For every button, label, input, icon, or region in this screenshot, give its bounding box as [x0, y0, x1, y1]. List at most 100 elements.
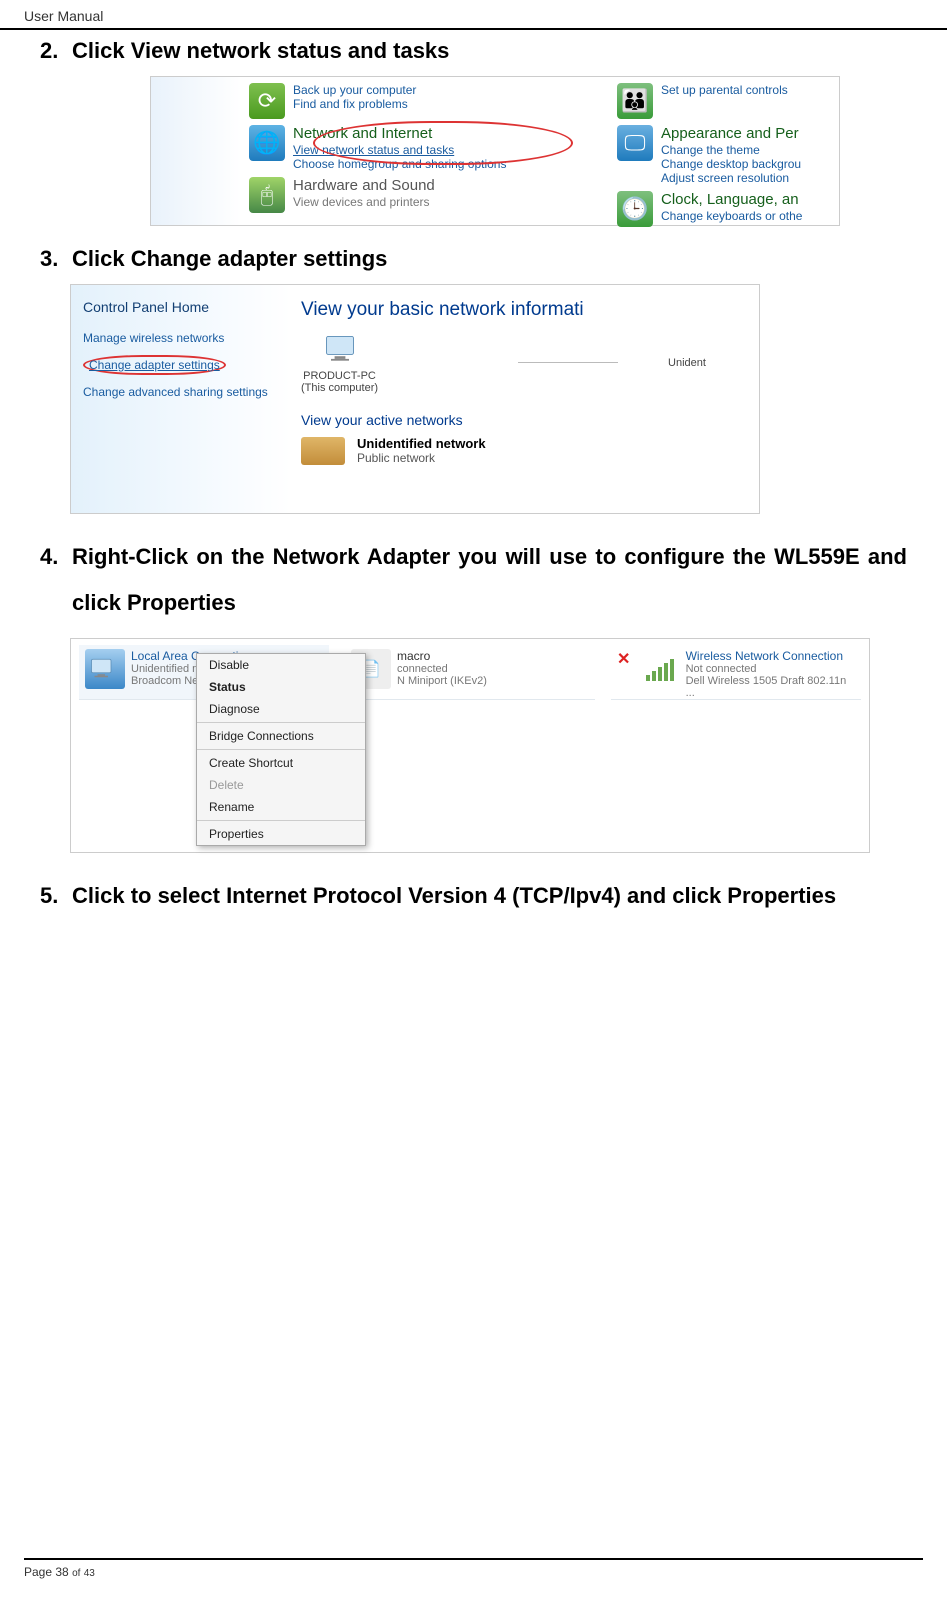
step-4-text: Right-Click on the Network Adapter you w… [72, 534, 907, 626]
step-5-title: 5. Click to select Internet Protocol Ver… [40, 873, 907, 919]
menu-status[interactable]: Status [197, 676, 365, 698]
clock-s1[interactable]: Change keyboards or othe [661, 209, 802, 223]
fig3-col2: 📄 macro connected N Miniport (IKEv2) [337, 639, 603, 852]
wireless-t2: Not connected [686, 663, 855, 675]
wireless-t3: Dell Wireless 1505 Draft 802.11n ... [686, 675, 855, 699]
fig2-info-row: PRODUCT-PC (This computer) Unident [301, 331, 749, 394]
fig2-main-head: View your basic network informati [301, 299, 749, 321]
connection-line [518, 362, 618, 363]
step-4: 4. Right-Click on the Network Adapter yo… [40, 534, 907, 853]
appearance-block: Appearance and Per Change the theme Chan… [661, 125, 801, 185]
pc-sub: (This computer) [301, 382, 378, 394]
adapter-macro[interactable]: 📄 macro connected N Miniport (IKEv2) [345, 645, 595, 700]
appearance-s1[interactable]: Change the theme [661, 143, 801, 157]
footer-text: Page 38 of 43 [24, 1565, 95, 1579]
fig1-middle: ⟳ Back up your computer Find and fix pro… [241, 77, 609, 225]
bench-text: Unidentified network Public network [357, 436, 486, 465]
menu-sep2 [197, 749, 365, 750]
footer-rule [24, 1558, 923, 1560]
menu-diagnose[interactable]: Diagnose [197, 698, 365, 720]
fig2-bench: Unidentified network Public network [301, 436, 749, 465]
network-s2[interactable]: Choose homegroup and sharing options [293, 157, 506, 171]
footer-total: 43 [84, 1568, 95, 1579]
hardware-icon: 🖰 [249, 177, 285, 213]
lan-icon [85, 649, 125, 689]
step-2-title: 2. Click View network status and tasks [40, 38, 907, 64]
menu-rename[interactable]: Rename [197, 796, 365, 818]
hardware-block: Hardware and Sound View devices and prin… [293, 177, 435, 209]
menu-properties[interactable]: Properties [197, 823, 365, 845]
menu-bridge[interactable]: Bridge Connections [197, 725, 365, 747]
menu-delete: Delete [197, 774, 365, 796]
fig2-active-head: View your active networks [301, 412, 749, 428]
backup-l2[interactable]: Find and fix problems [293, 97, 416, 111]
x-icon: ✕ [617, 649, 630, 669]
clock-block: Clock, Language, an Change keyboards or … [661, 191, 802, 223]
backup-l1[interactable]: Back up your computer [293, 83, 416, 97]
fig1-parental: 👪 Set up parental controls [617, 83, 831, 119]
step-4-num: 4. [40, 544, 64, 570]
appearance-s2[interactable]: Change desktop backgrou [661, 157, 801, 171]
appearance-s3[interactable]: Adjust screen resolution [661, 171, 801, 185]
macro-t2: connected [397, 663, 487, 675]
figure-2: Control Panel Home Manage wireless netwo… [70, 284, 760, 514]
fig3-col3: ✕ Wireless Network Connection Not connec… [603, 639, 869, 852]
step-3-text: Click Change adapter settings [72, 246, 387, 272]
fig2-sidebar: Control Panel Home Manage wireless netwo… [71, 285, 291, 513]
fig2-link-adapter[interactable]: Change adapter settings [83, 355, 226, 375]
fig1-network: 🌐 Network and Internet View network stat… [249, 125, 601, 171]
pc-name: PRODUCT-PC [301, 370, 378, 382]
figure-3: Local Area Connection Unidentified ne Br… [70, 638, 870, 853]
macro-text: macro connected N Miniport (IKEv2) [397, 649, 487, 687]
fig1-sidebar [151, 77, 241, 225]
wifi-icon [640, 649, 679, 689]
step-5-text: Click to select Internet Protocol Versio… [72, 873, 907, 919]
hardware-s1[interactable]: View devices and printers [293, 195, 435, 209]
network-hed[interactable]: Network and Internet [293, 125, 432, 142]
footer-of: of [72, 1568, 80, 1579]
footer-page: Page 38 [24, 1565, 69, 1579]
parental-l1[interactable]: Set up parental controls [661, 83, 788, 97]
fig1-clock: 🕒 Clock, Language, an Change keyboards o… [617, 191, 831, 227]
appearance-hed[interactable]: Appearance and Per [661, 125, 799, 142]
pc-icon-block: PRODUCT-PC (This computer) [301, 331, 378, 394]
step-3-num: 3. [40, 246, 64, 272]
step-3: 3. Click Change adapter settings Control… [40, 246, 907, 514]
parental-icon: 👪 [617, 83, 653, 119]
macro-t3: N Miniport (IKEv2) [397, 675, 487, 687]
backup-icon: ⟳ [249, 83, 285, 119]
menu-sep1 [197, 722, 365, 723]
hardware-hed[interactable]: Hardware and Sound [293, 177, 435, 194]
network-s1[interactable]: View network status and tasks [293, 143, 506, 157]
figure-1: ⟳ Back up your computer Find and fix pro… [150, 76, 840, 226]
menu-disable[interactable]: Disable [197, 654, 365, 676]
clock-icon: 🕒 [617, 191, 653, 227]
unident-label: Unident [668, 357, 706, 369]
fig2-main: View your basic network informati PRODUC… [291, 285, 759, 513]
appearance-icon: 🖵 [617, 125, 653, 161]
step-3-title: 3. Click Change adapter settings [40, 246, 907, 272]
page-footer: Page 38 of 43 [24, 1558, 923, 1581]
adapter-wireless[interactable]: ✕ Wireless Network Connection Not connec… [611, 645, 861, 700]
fig2-link-sharing[interactable]: Change advanced sharing settings [83, 385, 279, 399]
bench-icon [301, 437, 345, 465]
fig1-backup: ⟳ Back up your computer Find and fix pro… [249, 83, 601, 119]
bench-title: Unidentified network [357, 436, 486, 451]
network-block: Network and Internet View network status… [293, 125, 506, 171]
fig2-link-wireless[interactable]: Manage wireless networks [83, 331, 279, 345]
page-content: 2. Click View network status and tasks ⟳… [0, 30, 947, 920]
clock-hed[interactable]: Clock, Language, an [661, 191, 799, 208]
step-2: 2. Click View network status and tasks ⟳… [40, 38, 907, 226]
fig2-sb-title: Control Panel Home [83, 299, 279, 315]
step-2-num: 2. [40, 38, 64, 64]
fig1-right: 👪 Set up parental controls 🖵 Appearance … [609, 77, 839, 225]
backup-block: Back up your computer Find and fix probl… [293, 83, 416, 111]
macro-t1: macro [397, 649, 487, 663]
bench-sub: Public network [357, 451, 486, 465]
wireless-text: Wireless Network Connection Not connecte… [686, 649, 855, 699]
menu-sep3 [197, 820, 365, 821]
step-2-text: Click View network status and tasks [72, 38, 449, 64]
unident-block: Unident [668, 357, 706, 369]
menu-shortcut[interactable]: Create Shortcut [197, 752, 365, 774]
step-5: 5. Click to select Internet Protocol Ver… [40, 873, 907, 919]
